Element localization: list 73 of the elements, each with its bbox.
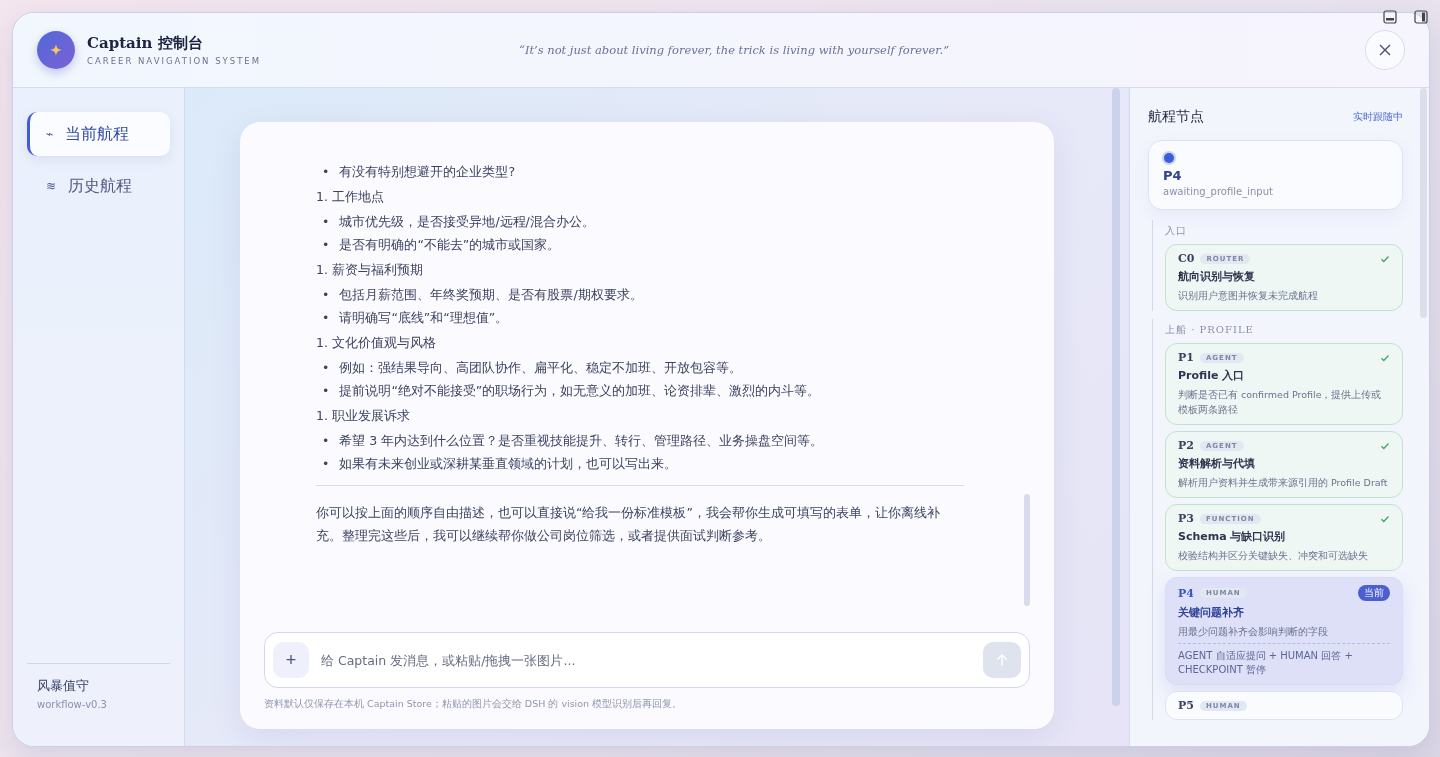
bullet-marker: •: [322, 360, 330, 376]
sidebar-toggle-icon[interactable]: [1414, 10, 1428, 24]
node-description: 校验结构并区分关键缺失、冲突和可选缺失: [1178, 549, 1369, 563]
node-description: 解析用户资料并生成带来源引用的 Profile Draft: [1178, 476, 1389, 490]
close-icon: [1378, 43, 1392, 57]
app-subtitle: CAREER NAVIGATION SYSTEM: [87, 56, 263, 66]
list-number: 1.: [316, 189, 328, 205]
list-heading: 职业发展诉求: [331, 408, 410, 424]
message-paragraph: 你可以按上面的顺序自由描述，也可以直接说“给我一份标准模板”，我会帮你生成可填写的表单，让你离线补充。整理完这些后，我可以继续帮你做公司岗位筛选，或者提供面试判断参考。: [316, 504, 941, 545]
list-item: 希望 3 年内达到什么位置？是否重视技能提升、转行、管理路径、业务操盘空间等。: [339, 433, 824, 449]
bullet-marker: •: [322, 287, 330, 303]
list-item: 是否有明确的“不能去”的城市或国家。: [339, 237, 561, 253]
status-title: 风暴值守: [37, 678, 90, 695]
node-description: 判断是否已有 confirmed Profile，提供上传或模板两条路径: [1178, 388, 1383, 417]
panel-title: 航程节点: [1148, 108, 1204, 126]
node-id: P2: [1178, 439, 1194, 452]
nav-item[interactable]: ≋ 历史航程: [27, 164, 170, 208]
node-title: 资料解析与代填: [1178, 456, 1256, 471]
arrow-up-icon: [996, 653, 1008, 667]
list-item: 包括月薪范围、年终奖预期、是否有股票/期权要求。: [339, 287, 643, 303]
status-dot: [1164, 153, 1174, 163]
list-item: 有没有特别想避开的企业类型?: [339, 164, 515, 180]
list-item: 请明确写“底线”和“理想值”。: [339, 310, 509, 326]
bullet-marker: •: [322, 383, 330, 399]
version-text: workflow-v0.3: [37, 699, 108, 710]
check-icon: [1380, 352, 1390, 363]
privacy-note: 资料默认仅保存在本机 Captain Store；粘贴的图片会交给 DSH 的 vision 模型识别后再回复。: [264, 698, 684, 711]
window-icon[interactable]: [1383, 10, 1397, 24]
list-number: 1.: [316, 262, 328, 278]
tracking-status: 实时跟随中: [1353, 110, 1403, 124]
check-icon: [1380, 440, 1390, 451]
list-item: 例如：强结果导向、高团队协作、扁平化、稳定不加班、开放包容等。: [339, 360, 743, 376]
scrollbar-thumb[interactable]: [1024, 494, 1030, 606]
node-id: P1: [1178, 351, 1194, 364]
node-id: C0: [1178, 252, 1195, 265]
node-description: 用最少问题补齐会影响判断的字段: [1178, 625, 1329, 639]
list-number: 1.: [316, 408, 328, 424]
quote-text: “It’s not just about living forever, the trick is living with yourself forever.”: [519, 43, 951, 57]
list-heading: 文化价值观与风格: [331, 335, 436, 351]
node-description: 识别用户意图并恢复未完成航程: [1178, 289, 1319, 303]
bullet-marker: •: [322, 310, 330, 326]
node-title: Profile 入口: [1178, 368, 1246, 383]
current-badge: 当前: [1358, 585, 1390, 601]
current-node-id: P4: [1163, 168, 1183, 183]
list-item: 城市优先级，是否接受异地/远程/混合办公。: [339, 214, 595, 230]
node-title: 航向识别与恢复: [1178, 269, 1256, 284]
list-item: 如果有未来创业或深耕某垂直领域的计划，也可以写出来。: [339, 456, 678, 472]
node-title: 关键问题补齐: [1178, 605, 1245, 620]
close-button[interactable]: [1365, 30, 1405, 70]
list-number: 1.: [316, 335, 328, 351]
check-icon: [1380, 253, 1390, 264]
list-item: 提前说明“绝对不能接受”的职场行为，如无意义的加班、论资排辈、激烈的内斗等。: [339, 383, 821, 399]
list-heading: 薪资与福利预期: [331, 262, 423, 278]
logo-icon: [37, 31, 75, 69]
check-icon: [1380, 513, 1390, 524]
scrollbar-thumb[interactable]: [1420, 88, 1427, 318]
app-title: Captain 控制台: [87, 34, 204, 53]
node-title: Schema 与缺口识别: [1178, 529, 1287, 544]
group-label: 上船 · PROFILE: [1165, 323, 1255, 337]
bullet-marker: •: [322, 433, 330, 449]
bullet-marker: •: [322, 164, 330, 180]
node-detail: AGENT 自适应提问 + HUMAN 回答 + CHECKPOINT 暂停: [1178, 643, 1390, 677]
list-heading: 工作地点: [331, 189, 384, 205]
bullet-marker: •: [322, 214, 330, 230]
bullet-marker: •: [322, 456, 330, 472]
node-id: P5: [1178, 699, 1194, 712]
bullet-marker: •: [322, 237, 330, 253]
scrollbar-thumb[interactable]: [1112, 88, 1120, 706]
current-node-state: awaiting_profile_input: [1163, 186, 1274, 197]
group-label: 入口: [1165, 224, 1188, 238]
nav-item[interactable]: ⌁ 当前航程: [27, 112, 170, 156]
node-id: P4: [1178, 586, 1194, 600]
node-id: P3: [1178, 512, 1194, 525]
